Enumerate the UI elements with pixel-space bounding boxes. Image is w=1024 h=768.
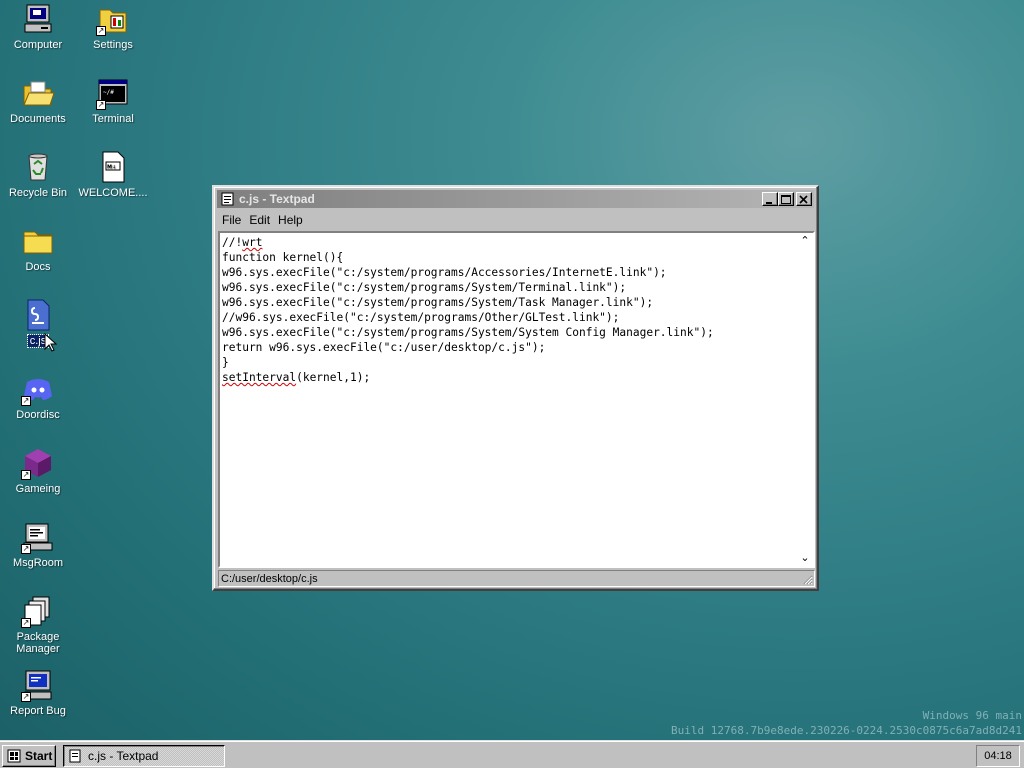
shortcut-arrow-icon: ↗	[21, 396, 31, 406]
shortcut-arrow-icon: ↗	[21, 544, 31, 554]
spellcheck-word: setInterval	[222, 371, 297, 384]
taskbar-item-label: c.js - Textpad	[88, 749, 159, 763]
desktop-icon-msgroom[interactable]: ↗ MsgRoom	[0, 520, 76, 569]
taskbar: Start c.js - Textpad 04:18	[0, 740, 1024, 768]
desktop-icon-c-js[interactable]: c.js	[0, 298, 76, 348]
desktop-icon-doordisc[interactable]: ↗ Doordisc	[0, 372, 76, 421]
desktop-icon-terminal[interactable]: ~/# ↗ Terminal	[75, 76, 151, 125]
maximize-button[interactable]	[778, 192, 794, 206]
svg-text:~/#: ~/#	[103, 89, 114, 96]
terminal-icon: ~/# ↗	[96, 76, 130, 110]
desktop-icon-gameing[interactable]: ↗ Gameing	[0, 446, 76, 495]
textpad-icon	[69, 749, 81, 763]
textpad-icon	[221, 192, 234, 206]
menu-help[interactable]: Help	[274, 211, 307, 229]
window-titlebar[interactable]: c.js - Textpad	[217, 190, 814, 208]
desktop-icon-docs[interactable]: Docs	[0, 224, 76, 273]
desktop-icon-label: Documents	[10, 113, 66, 125]
status-path: C:/user/desktop/c.js	[221, 573, 318, 585]
shortcut-arrow-icon: ↗	[21, 692, 31, 702]
code-line: return w96.sys.execFile("c:/user/desktop…	[222, 341, 546, 354]
report-bug-icon: ↗	[21, 668, 55, 702]
desktop-icon-label: WELCOME....	[78, 187, 148, 199]
code-line: }	[222, 356, 229, 369]
desktop-icon-documents[interactable]: Documents	[0, 76, 76, 125]
settings-icon: ↗	[96, 2, 130, 36]
close-button[interactable]	[796, 192, 812, 206]
code-line: function kernel(){	[222, 251, 344, 264]
system-tray-clock[interactable]: 04:18	[976, 745, 1020, 767]
build-watermark-line2: Build 12768.7b9e8ede.230226-0224.2530c08…	[671, 724, 1022, 737]
code-line: w96.sys.execFile("c:/system/programs/Sys…	[222, 296, 654, 309]
minimize-icon	[766, 202, 772, 204]
code-line: //!wrt	[222, 236, 263, 249]
taskbar-item-textpad[interactable]: c.js - Textpad	[63, 745, 225, 767]
menu-bar: File Edit Help	[218, 211, 307, 229]
code-line: //w96.sys.execFile("c:/system/programs/O…	[222, 311, 620, 324]
svg-text:M↓: M↓	[107, 165, 116, 171]
code-line: w96.sys.execFile("c:/system/programs/Sys…	[222, 281, 627, 294]
resize-grip-icon[interactable]	[801, 573, 813, 585]
start-logo-icon	[7, 749, 21, 763]
recycle-bin-icon	[21, 150, 55, 184]
textpad-window[interactable]: c.js - Textpad File Edit Help //!wrt functi…	[212, 185, 819, 591]
folder-icon	[21, 224, 55, 258]
scroll-up-icon[interactable]: ⌃	[797, 233, 813, 249]
desktop-icon-label: Docs	[25, 261, 51, 273]
scroll-down-icon[interactable]: ⌄	[797, 550, 813, 566]
purple-cube-icon: ↗	[21, 446, 55, 480]
minimize-button[interactable]	[762, 192, 778, 206]
close-icon	[799, 195, 808, 204]
package-manager-icon: ↗	[21, 594, 55, 628]
code-line: setInterval(kernel,1);	[222, 371, 371, 384]
code-line: w96.sys.execFile("c:/system/programs/Acc…	[222, 266, 667, 279]
markdown-file-icon: M↓	[96, 150, 130, 184]
status-bar: C:/user/desktop/c.js	[218, 570, 815, 587]
desktop-icon-label: Settings	[93, 39, 133, 51]
desktop-icon-package-manager[interactable]: ↗ Package Manager	[0, 594, 76, 655]
js-file-icon	[21, 298, 55, 332]
spellcheck-word: wrt	[242, 236, 263, 249]
desktop-icon-label: Report Bug	[10, 705, 66, 717]
maximize-icon	[781, 195, 791, 204]
text-editor[interactable]: //!wrt function kernel(){ w96.sys.execFile…	[218, 231, 815, 568]
computer-icon	[21, 2, 55, 36]
clock: 04:18	[984, 750, 1012, 762]
code-line: w96.sys.execFile("c:/system/programs/Sys…	[222, 326, 714, 339]
menu-file[interactable]: File	[218, 211, 245, 229]
shortcut-arrow-icon: ↗	[96, 100, 106, 110]
desktop-icon-computer[interactable]: Computer	[0, 2, 76, 51]
desktop-icon-welcome[interactable]: M↓ WELCOME....	[75, 150, 151, 199]
open-folder-icon	[21, 76, 55, 110]
shortcut-arrow-icon: ↗	[21, 470, 31, 480]
desktop-icon-report-bug[interactable]: ↗ Report Bug	[0, 668, 76, 717]
discord-icon: ↗	[21, 372, 55, 406]
msgroom-icon: ↗	[21, 520, 55, 554]
start-button[interactable]: Start	[2, 745, 56, 767]
shortcut-arrow-icon: ↗	[96, 26, 106, 36]
start-label: Start	[25, 749, 53, 763]
code-area[interactable]: //!wrt function kernel(){ w96.sys.execFile…	[222, 235, 795, 566]
desktop-icon-label: MsgRoom	[12, 557, 64, 569]
build-watermark-line1: Windows 96 main	[922, 709, 1022, 722]
desktop-icon-label: Terminal	[92, 113, 134, 125]
desktop-icon-label: Doordisc	[16, 409, 60, 421]
desktop-icon-label: Gameing	[15, 483, 61, 495]
desktop-icon-label: Computer	[13, 39, 63, 51]
desktop-icon-recycle-bin[interactable]: Recycle Bin	[0, 150, 76, 199]
window-title: c.js - Textpad	[239, 192, 315, 206]
vertical-scrollbar[interactable]: ⌃ ⌄	[797, 233, 813, 566]
mouse-cursor-icon	[44, 333, 58, 352]
desktop-icon-label: Recycle Bin	[8, 187, 68, 199]
desktop-icon-label: Package Manager	[16, 631, 60, 655]
shortcut-arrow-icon: ↗	[21, 618, 31, 628]
desktop-icon-settings[interactable]: ↗ Settings	[75, 2, 151, 51]
menu-edit[interactable]: Edit	[245, 211, 274, 229]
